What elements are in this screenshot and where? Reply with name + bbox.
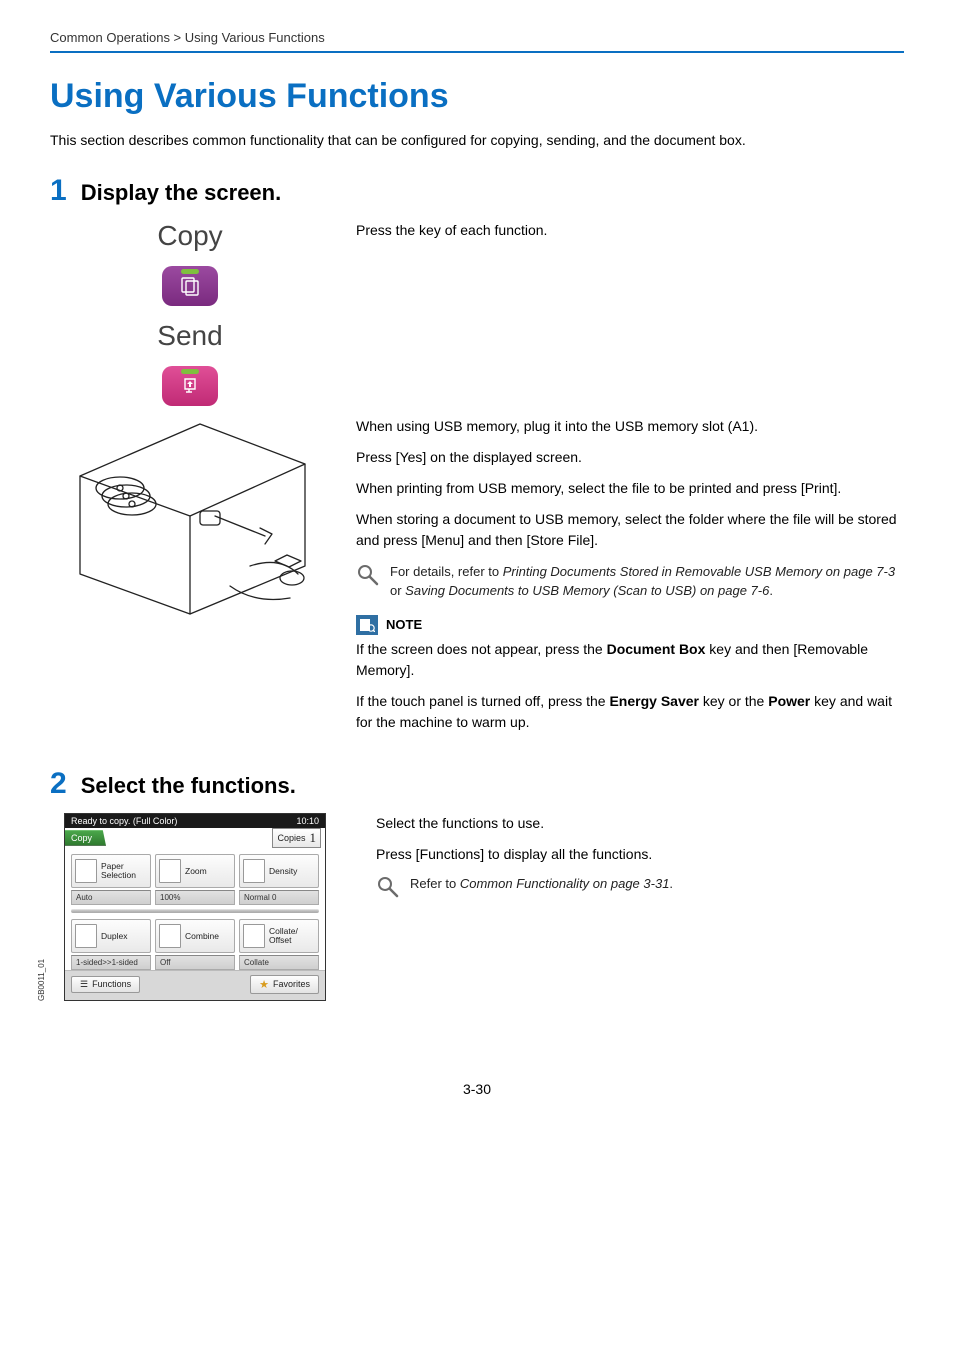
tile-duplex: Duplex (71, 919, 151, 953)
tile-paper-selection: Paper Selection (71, 854, 151, 888)
status-duplex: 1-sided>>1-sided (71, 955, 151, 970)
page-number: 3-30 (50, 1081, 904, 1097)
step-2-heading: 2 Select the functions. (50, 769, 904, 799)
breadcrumb: Common Operations > Using Various Functi… (50, 30, 904, 45)
panel-status: Ready to copy. (Full Color) (71, 816, 177, 826)
usb-store-text: When storing a document to USB memory, s… (356, 509, 904, 551)
step-1-heading: 1 Display the screen. (50, 176, 904, 206)
list-icon: ☰ (80, 979, 88, 990)
press-yes-text: Press [Yes] on the displayed screen. (356, 447, 904, 468)
tile-combine: Combine (155, 919, 235, 953)
usb-plug-text: When using USB memory, plug it into the … (356, 416, 904, 437)
send-key-icon (162, 366, 218, 406)
function-key-illustration: Copy Send (157, 220, 222, 406)
status-combine: Off (155, 955, 235, 970)
select-functions-text: Select the functions to use. (376, 813, 904, 834)
copy-key-icon (162, 266, 218, 306)
step-1-title: Display the screen. (81, 180, 282, 206)
press-functions-text: Press [Functions] to display all the fun… (376, 844, 904, 865)
copies-box: Copies 1 (272, 828, 321, 848)
magnifier-icon (376, 875, 400, 899)
note-label: NOTE (386, 615, 422, 635)
panel-copy-tab: Copy (65, 830, 106, 846)
page-title: Using Various Functions (50, 77, 904, 116)
note-body: If the screen does not appear, press the… (356, 639, 904, 733)
tile-collate: Collate/ Offset (239, 919, 319, 953)
status-paper: Auto (71, 890, 151, 905)
status-density: Normal 0 (239, 890, 319, 905)
step-2-number: 2 (50, 769, 67, 799)
usb-print-text: When printing from USB memory, select th… (356, 478, 904, 499)
star-icon: ★ (259, 978, 269, 991)
device-usb-illustration (60, 416, 320, 616)
touch-panel-illustration: Ready to copy. (Full Color) 10:10 Copy C… (64, 813, 326, 1001)
step1-reference: For details, refer to Printing Documents… (390, 563, 904, 601)
magnifier-icon (356, 563, 380, 587)
step-1-number: 1 (50, 176, 67, 206)
intro-text: This section describes common functional… (50, 132, 904, 148)
step-2-title: Select the functions. (81, 773, 296, 799)
panel-time: 10:10 (296, 816, 319, 826)
send-label: Send (157, 320, 222, 352)
header-rule (50, 51, 904, 53)
status-zoom: 100% (155, 890, 235, 905)
favorites-pill: ★ Favorites (250, 975, 319, 994)
step2-reference: Refer to Common Functionality on page 3-… (410, 875, 673, 894)
tile-zoom: Zoom (155, 854, 235, 888)
copy-label: Copy (157, 220, 222, 252)
status-collate: Collate (239, 955, 319, 970)
tile-density: Density (239, 854, 319, 888)
functions-pill: ☰ Functions (71, 976, 140, 993)
note-icon (356, 615, 378, 635)
step1-press-key: Press the key of each function. (356, 220, 904, 241)
panel-side-label: GB0011_01 (37, 959, 46, 1001)
panel-divider (71, 909, 319, 913)
